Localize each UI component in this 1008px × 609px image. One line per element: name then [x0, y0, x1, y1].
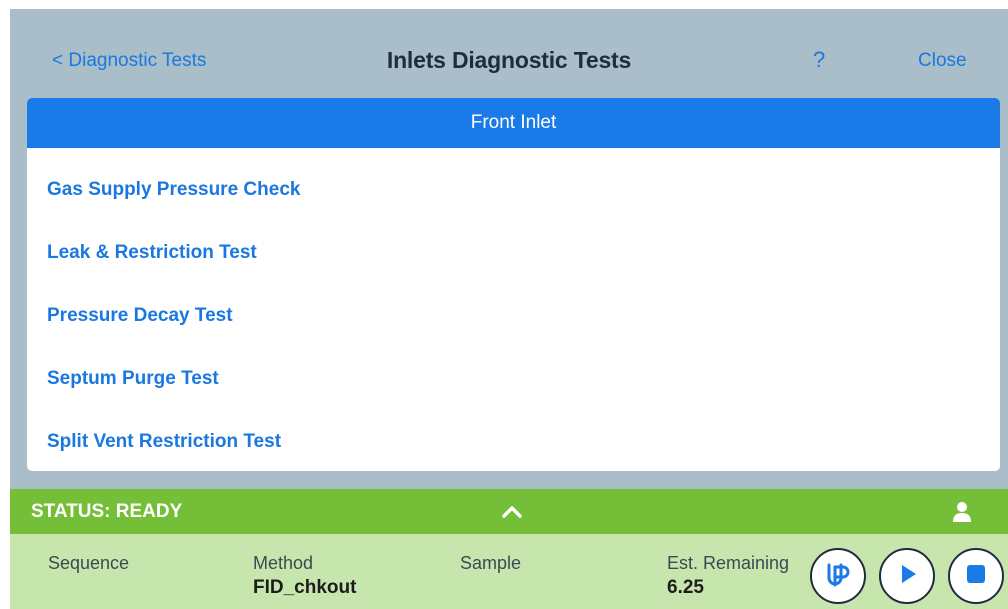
- page-title: Inlets Diagnostic Tests: [386, 47, 632, 73]
- inlets-diagnostic-screen: < Diagnostic Tests Inlets Diagnostic Tes…: [10, 9, 1008, 609]
- front-inlet-panel: Front Inlet Gas Supply Pressure Check Le…: [27, 98, 1000, 471]
- remaining-label: Est. Remaining: [667, 553, 790, 573]
- start-run-button[interactable]: [879, 548, 935, 604]
- method-label: Method: [253, 553, 314, 573]
- remaining-info: Est. Remaining 6.25: [667, 553, 789, 601]
- test-item-split-vent-restriction-test[interactable]: Split Vent Restriction Test: [27, 414, 1000, 471]
- sequence-value: [48, 577, 129, 601]
- chevron-up-icon[interactable]: [500, 501, 524, 521]
- status-text: STATUS: READY: [31, 501, 183, 522]
- prep-run-button[interactable]: [810, 548, 866, 604]
- panel-title: Front Inlet: [27, 98, 1000, 148]
- close-button[interactable]: Close: [918, 50, 967, 72]
- stop-icon: [965, 563, 987, 590]
- test-item-septum-purge-test[interactable]: Septum Purge Test: [27, 351, 1000, 414]
- sequence-label: Sequence: [48, 553, 130, 573]
- help-button[interactable]: ?: [813, 47, 825, 73]
- run-info-bar: Sequence Method FID_chkout Sample Est. R…: [10, 534, 1008, 609]
- stop-run-button[interactable]: [948, 548, 1004, 604]
- method-value: FID_chkout: [253, 577, 357, 598]
- test-list: Gas Supply Pressure Check Leak & Restric…: [27, 148, 1000, 471]
- status-bar: STATUS: READY: [10, 489, 1008, 534]
- test-item-gas-supply-pressure-check[interactable]: Gas Supply Pressure Check: [27, 162, 1000, 225]
- method-info: Method FID_chkout: [253, 553, 356, 601]
- play-icon: [895, 562, 919, 591]
- user-icon[interactable]: [952, 501, 972, 523]
- header: < Diagnostic Tests Inlets Diagnostic Tes…: [10, 9, 1008, 99]
- sequence-info: Sequence: [48, 553, 129, 601]
- sample-value: [460, 577, 521, 601]
- test-item-pressure-decay-test[interactable]: Pressure Decay Test: [27, 288, 1000, 351]
- sample-label: Sample: [460, 553, 522, 573]
- sample-info: Sample: [460, 553, 521, 601]
- prep-run-icon: [823, 559, 853, 594]
- test-item-leak-restriction-test[interactable]: Leak & Restriction Test: [27, 225, 1000, 288]
- remaining-value: 6.25: [667, 577, 704, 598]
